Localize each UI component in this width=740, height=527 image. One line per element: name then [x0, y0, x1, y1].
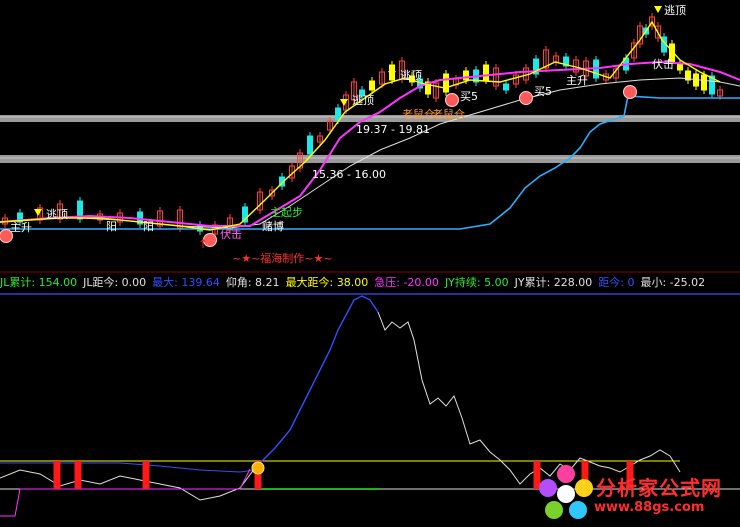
signal-marker-icon — [251, 461, 265, 475]
label-ambush: 伏击 — [220, 227, 242, 241]
indicator-stat: 最小: -25.02 — [640, 276, 706, 289]
blue-osc-line — [254, 295, 379, 469]
label-yang: 阳 — [106, 220, 117, 233]
candle-body — [443, 73, 449, 93]
candle-body — [677, 63, 683, 71]
label-escape-top-2: 逃顶 — [352, 94, 374, 107]
white-osc-line-1 — [0, 467, 256, 501]
label-start-up: 主起步 — [270, 206, 303, 219]
indicator-stat: JY累计: 228.00 — [514, 276, 593, 289]
indicator-stat: JL累计: 154.00 — [0, 276, 78, 289]
label-buy5: 买5 — [460, 90, 478, 103]
label-main-rise-2: 主升 — [566, 74, 588, 87]
signal-bar — [53, 461, 61, 489]
indicator-stat: JY持续: 5.00 — [444, 276, 509, 289]
main-price-panel: ↑ 逃顶主升阳阳主起步赌博伏击逃顶逃顶老鼠仓老鼠仓买5 买5主升逃顶伏击19.37… — [0, 4, 740, 265]
red-arrow-icon: ↑ — [198, 237, 208, 251]
band-upper-label: 19.37 - 19.81 — [356, 123, 430, 136]
band-lower-label: 15.36 - 16.00 — [312, 168, 386, 181]
label-escape-top-4: 逃顶 — [664, 4, 686, 17]
label-gamble: 赌博 — [262, 219, 284, 233]
candle-body — [307, 135, 313, 155]
flower-logo-icon — [539, 465, 593, 519]
indicator-stat: 距今: 0 — [598, 276, 635, 289]
indicator-stat: JL距今: 0.00 — [83, 276, 147, 289]
watermark: 分析家公式网 www.88gs.com — [538, 462, 738, 524]
escape-arrow-icon — [340, 99, 348, 106]
escape-arrow-icon — [654, 6, 662, 13]
candle-body — [483, 64, 489, 81]
buy-ball-icon — [623, 85, 637, 99]
label-old-bull-2: 老鼠仓 — [432, 107, 465, 121]
label-main-rise: 主升 — [10, 221, 32, 234]
candle-body — [369, 80, 375, 91]
magenta-osc-line — [0, 468, 251, 517]
signal-bar — [142, 461, 150, 489]
candle-body — [463, 70, 469, 81]
buy-ball-icon — [519, 91, 533, 105]
signal-bar — [74, 461, 82, 489]
watermark-url: www.88gs.com — [594, 500, 705, 515]
credit-label: ~★~福海制作~★~ — [232, 251, 333, 265]
candle-body — [701, 74, 707, 91]
escape-arrow-icon — [34, 209, 42, 216]
blue-osc-line-2 — [0, 462, 256, 473]
indicator-stat: 急压: -20.00 — [374, 276, 439, 289]
indicator-stat: 最大: 139.64 — [152, 276, 220, 289]
label-escape-top-3: 逃顶 — [400, 69, 422, 82]
indicator-stat: 仰角: 8.21 — [225, 276, 280, 289]
band-lower — [0, 155, 740, 163]
indicator-stat: 最大距今: 38.00 — [285, 276, 369, 289]
label-ambush-2: 伏击 — [652, 57, 674, 71]
chart-canvas: ↑ 逃顶主升阳阳主起步赌博伏击逃顶逃顶老鼠仓老鼠仓买5 买5主升逃顶伏击19.37… — [0, 4, 740, 517]
indicator-stats-row: JL累计: 154.00 JL距今: 0.00 最大: 139.64 仰角: 8.21… — [0, 276, 740, 290]
buy-ball-icon — [445, 93, 459, 107]
label-buy5-2: 买5 — [534, 85, 552, 98]
label-old-bull: 老鼠仓 — [402, 107, 435, 121]
candle-body — [503, 83, 509, 91]
label-escape-top: 逃顶 — [46, 208, 68, 221]
label-yang-2: 阳 — [143, 220, 154, 233]
white-osc-line-2 — [377, 311, 681, 485]
watermark-title: 分析家公式网 — [596, 476, 722, 500]
